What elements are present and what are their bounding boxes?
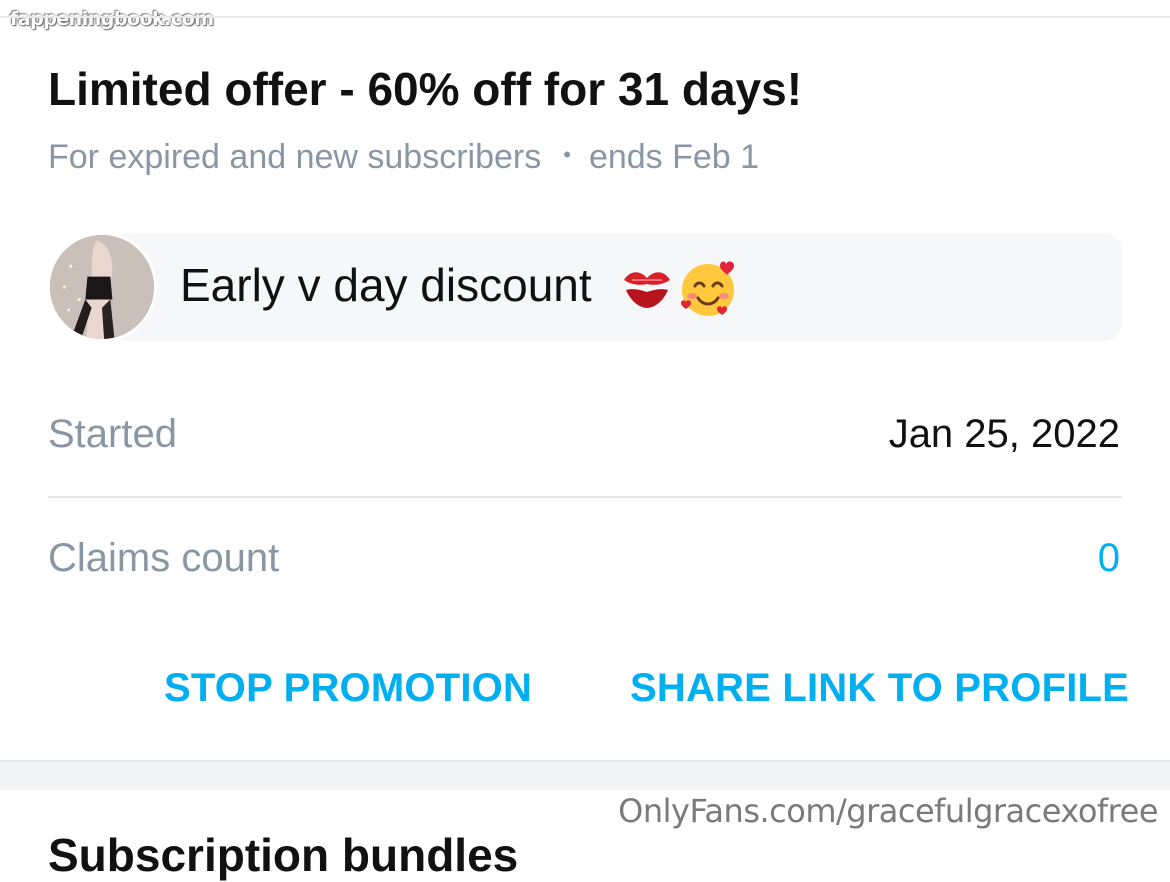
claims-count-value[interactable]: 0	[1098, 536, 1120, 581]
emoji-group	[620, 260, 740, 318]
kiss-mark-icon	[624, 272, 670, 308]
offer-ends: ends Feb 1	[588, 138, 760, 176]
watermark-bottom: OnlyFans.com/gracefulgracexofree	[618, 792, 1158, 830]
stop-promotion-button[interactable]: STOP PROMOTION	[164, 666, 532, 711]
watermark-top: fappeningbook.com	[10, 8, 214, 30]
started-value: Jan 25, 2022	[888, 412, 1120, 456]
subscription-bundles-heading: Subscription bundles	[48, 829, 519, 881]
claims-count-label: Claims count	[48, 536, 280, 580]
started-label: Started	[48, 412, 177, 456]
avatar[interactable]	[47, 232, 157, 342]
offer-audience: For expired and new subscribers	[48, 138, 542, 176]
top-divider	[0, 16, 1170, 18]
avatar-photo	[50, 235, 154, 339]
offer-subtitle: For expired and new subscribers • ends Feb…	[48, 138, 759, 177]
promo-message: Early v day discount	[180, 259, 592, 311]
section-separator	[0, 760, 1170, 790]
details-divider	[48, 496, 1122, 498]
offer-title: Limited offer - 60% off for 31 days!	[48, 63, 803, 115]
separator-dot: •	[563, 142, 571, 167]
smiling-face-with-hearts-icon	[681, 261, 735, 316]
share-link-button[interactable]: SHARE LINK TO PROFILE	[630, 666, 1129, 711]
